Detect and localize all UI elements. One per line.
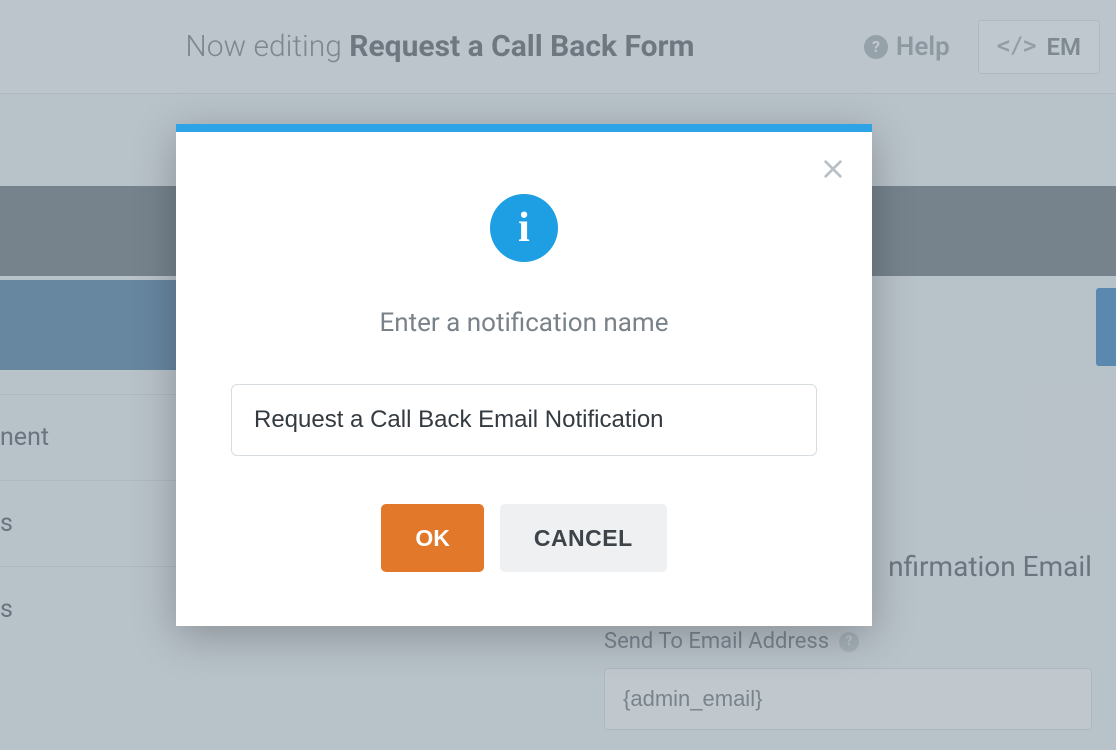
modal-actions: OK CANCEL xyxy=(176,504,872,572)
close-icon xyxy=(822,158,844,180)
close-button[interactable] xyxy=(822,158,844,180)
info-icon: i xyxy=(490,194,558,262)
notification-name-input[interactable] xyxy=(231,384,817,456)
notification-name-modal: i Enter a notification name OK CANCEL xyxy=(176,124,872,626)
modal-prompt: Enter a notification name xyxy=(176,308,872,338)
cancel-button[interactable]: CANCEL xyxy=(500,504,667,572)
ok-button[interactable]: OK xyxy=(381,504,484,572)
